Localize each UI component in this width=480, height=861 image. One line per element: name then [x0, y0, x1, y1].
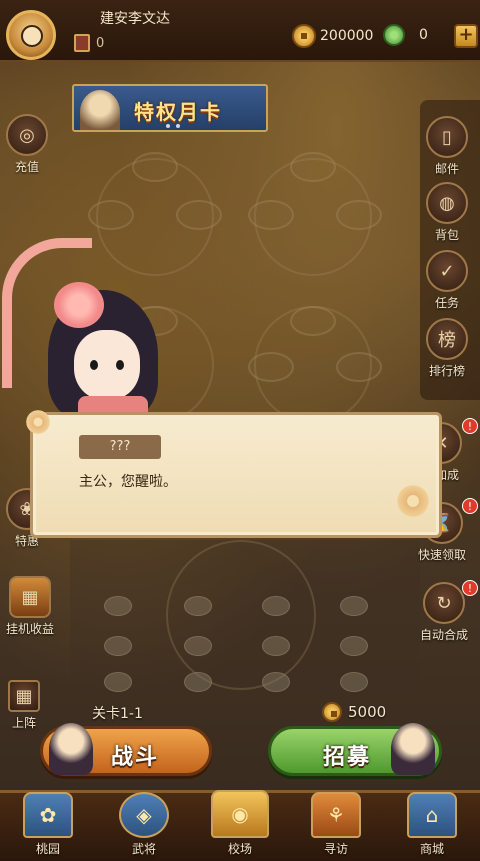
- notification-badge: !: [462, 498, 478, 514]
- recruit-button[interactable]: 招募: [268, 723, 442, 776]
- dialog-speaker: ???: [79, 435, 161, 459]
- mail-button[interactable]: ▯ 邮件: [426, 116, 468, 177]
- mail-icon: ▯: [426, 116, 468, 158]
- stage-label: 关卡1-1: [92, 706, 143, 722]
- character-face: [74, 330, 140, 400]
- mail-label: 邮件: [434, 162, 459, 176]
- treasure-chest-icon: ▦: [9, 576, 51, 618]
- player-avatar[interactable]: [6, 10, 56, 60]
- coin-icon: [322, 702, 342, 722]
- player-name: 建安李文达: [100, 11, 170, 27]
- hair-flower: [54, 282, 104, 328]
- top-bar: 建安李文达 0 200000 0 +: [0, 0, 480, 62]
- jade-balance: 0: [383, 24, 428, 46]
- bag-button[interactable]: ◍ 背包: [426, 182, 468, 243]
- dialog-flower-ornament: [393, 481, 433, 521]
- notification-badge: !: [462, 418, 478, 434]
- rank-value: 0: [96, 35, 105, 51]
- coin-value: 200000: [320, 28, 374, 44]
- recharge-icon: ◎: [6, 114, 48, 156]
- tasks-icon: ✓: [426, 250, 468, 292]
- bottom-nav: ✿ 桃园 ◈ 武将 ◉ 校场 ⚘ 寻访 ⌂ 商城: [0, 790, 480, 861]
- recharge-button[interactable]: ◎ 充值: [6, 114, 48, 175]
- dialog-flower-ornament: [23, 407, 53, 437]
- jade-value: 0: [419, 27, 428, 43]
- nav-peach-garden[interactable]: ✿ 桃园: [8, 790, 88, 861]
- rank-display: 0: [74, 34, 104, 52]
- fight-button-character: [49, 723, 93, 775]
- formation-button[interactable]: ▦ 上阵: [8, 680, 40, 731]
- search-visit-icon: ⚘: [311, 792, 361, 838]
- general-icon: ◈: [119, 792, 169, 838]
- nav-label: 商城: [419, 842, 444, 856]
- grid-icon: ▦: [8, 680, 40, 712]
- nav-label: 校场: [227, 842, 252, 856]
- coin-balance: 200000: [292, 24, 373, 48]
- nav-shop[interactable]: ⌂ 商城: [392, 790, 472, 861]
- formation-label: 上阵: [11, 716, 36, 730]
- tasks-button[interactable]: ✓ 任务: [426, 250, 468, 311]
- avatar-face: [21, 25, 43, 47]
- auto-merge-icon: ↻: [423, 582, 465, 624]
- peach-garden-icon: ✿: [23, 792, 73, 838]
- idle-income-label: 挂机收益: [6, 622, 55, 636]
- ranking-icon: 榜: [426, 318, 468, 360]
- ranking-label: 排行榜: [428, 364, 465, 378]
- rank-icon: [74, 34, 90, 52]
- nav-search-visit[interactable]: ⚘ 寻访: [296, 790, 376, 861]
- notification-badge: !: [462, 580, 478, 596]
- recharge-label: 充值: [14, 160, 39, 174]
- nav-label: 桃园: [35, 842, 60, 856]
- idle-income-button[interactable]: ▦ 挂机收益: [6, 576, 54, 637]
- nav-label: 寻访: [323, 842, 348, 856]
- nav-label: 武将: [131, 842, 156, 856]
- character-eye: [116, 360, 124, 370]
- bag-icon: ◍: [426, 182, 468, 224]
- shop-icon: ⌂: [407, 792, 457, 838]
- recruit-button-character: [391, 723, 435, 775]
- tasks-label: 任务: [434, 296, 459, 310]
- recruit-cost-value: 5000: [348, 703, 387, 721]
- auto-merge-button[interactable]: ↻ 自动合成: [420, 582, 468, 643]
- coin-icon: [292, 24, 316, 48]
- nav-generals[interactable]: ◈ 武将: [104, 790, 184, 861]
- recruit-button-label: 招募: [323, 745, 372, 770]
- banner-character: [80, 90, 120, 130]
- nav-training-ground[interactable]: ◉ 校场: [200, 790, 280, 861]
- recruit-cost: 5000: [322, 702, 386, 722]
- ranking-button[interactable]: 榜 排行榜: [426, 318, 468, 379]
- character-eye: [90, 360, 98, 370]
- banner-pager: [166, 124, 180, 128]
- training-ground-icon: ◉: [211, 790, 269, 838]
- fight-button[interactable]: 战斗: [40, 723, 212, 776]
- monthly-card-banner[interactable]: 特权月卡: [72, 84, 268, 132]
- dialog-text: 主公，您醒啦。: [79, 474, 177, 490]
- banner-title: 特权月卡: [134, 100, 222, 124]
- jade-icon: [383, 24, 405, 46]
- bag-label: 背包: [434, 228, 459, 242]
- advisor-character: [2, 220, 172, 424]
- add-currency-button[interactable]: +: [454, 24, 478, 48]
- story-dialog[interactable]: ??? 主公，您醒啦。: [23, 407, 442, 538]
- quick-claim-label: 快速领取: [418, 548, 467, 562]
- auto-merge-label: 自动合成: [420, 628, 469, 642]
- fight-button-label: 战斗: [111, 745, 160, 770]
